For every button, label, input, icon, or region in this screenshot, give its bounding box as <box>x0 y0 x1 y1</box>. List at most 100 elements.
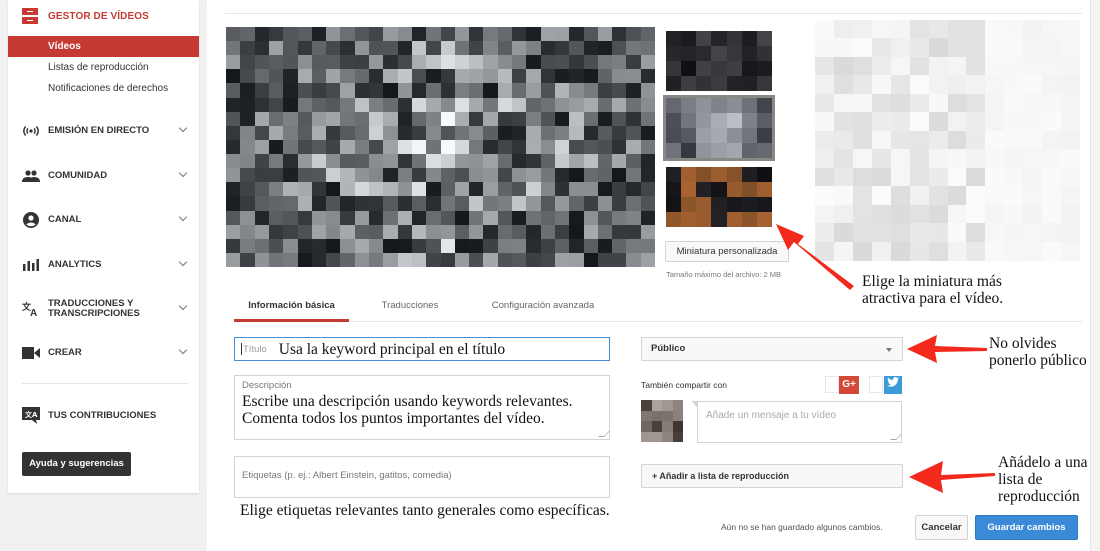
twitter-icon[interactable] <box>884 376 902 394</box>
mosaic-pixel <box>909 56 929 76</box>
mosaic-pixel <box>756 46 772 61</box>
mosaic-pixel <box>815 167 834 187</box>
mosaic-pixel <box>833 112 853 132</box>
mosaic-pixel <box>1061 56 1081 76</box>
mosaic-pixel <box>397 252 413 267</box>
tab-advanced-settings[interactable]: Configuración avanzada <box>478 294 608 322</box>
mosaic-pixel <box>626 168 642 184</box>
twitter-checkbox[interactable] <box>869 376 883 393</box>
chevron-down-icon[interactable] <box>178 260 188 270</box>
sidebar-item-playlists[interactable]: Listas de reproducción <box>8 57 199 78</box>
sidebar-header-video-manager[interactable]: GESTOR DE VÍDEOS <box>22 8 149 24</box>
sidebar-section-live[interactable]: EMISIÓN EN DIRECTO <box>22 121 188 141</box>
mosaic-pixel <box>340 97 356 113</box>
mosaic-pixel <box>726 61 743 76</box>
mosaic-pixel <box>454 154 470 170</box>
video-preview[interactable] <box>226 27 655 267</box>
mosaic-pixel <box>226 27 241 42</box>
mosaic-pixel <box>947 38 967 58</box>
mosaic-pixel <box>928 38 948 58</box>
mosaic-pixel <box>833 186 853 206</box>
mosaic-pixel <box>756 182 772 197</box>
chevron-down-icon[interactable] <box>178 126 188 136</box>
mosaic-pixel <box>569 97 585 113</box>
mosaic-pixel <box>540 55 556 71</box>
cancel-button[interactable]: Cancelar <box>915 515 968 540</box>
mosaic-pixel <box>852 56 872 76</box>
mosaic-pixel <box>411 55 427 71</box>
mosaic-pixel <box>640 168 655 184</box>
sidebar-item-videos[interactable]: Vídeos <box>8 36 199 57</box>
mosaic-pixel <box>497 196 513 212</box>
mosaic-pixel <box>966 241 986 261</box>
mosaic-pixel <box>626 125 642 141</box>
mosaic-pixel <box>741 46 758 61</box>
mosaic-pixel <box>440 111 456 127</box>
description-value-line: Escribe una descripción usando keywords … <box>242 393 573 410</box>
thumbnail-option[interactable] <box>666 31 772 91</box>
mosaic-pixel <box>626 69 642 85</box>
mosaic-pixel <box>469 210 485 226</box>
thumbnail-option-selected[interactable] <box>663 95 775 161</box>
mosaic-pixel <box>240 27 256 42</box>
mosaic-pixel <box>756 61 772 76</box>
sidebar-section-contributions[interactable]: 文A TUS CONTRIBUCIONES <box>22 406 188 426</box>
mosaic-pixel <box>696 61 713 76</box>
mosaic-pixel <box>397 69 413 85</box>
share-message-textarea[interactable]: Añade un mensaje a tu vídeo <box>692 401 902 443</box>
tags-input[interactable]: Etiquetas (p. ej.: Albert Einstein, gati… <box>234 456 610 498</box>
mosaic-pixel <box>354 27 370 42</box>
mosaic-pixel <box>681 128 698 143</box>
resize-handle[interactable] <box>890 434 902 440</box>
help-feedback-button[interactable]: Ayuda y sugerencias <box>22 452 131 476</box>
sidebar-item-copyright-notices[interactable]: Notificaciones de derechos <box>8 78 199 99</box>
tab-translations[interactable]: Traducciones <box>370 294 450 322</box>
sidebar-section-translations[interactable]: 文A TRADUCCIONES Y TRANSCRIPCIONES <box>22 299 188 319</box>
mosaic-pixel <box>640 196 655 212</box>
chevron-down-icon[interactable] <box>178 304 188 314</box>
mosaic-pixel <box>397 83 413 99</box>
sidebar-section-channel[interactable]: CANAL <box>22 210 188 230</box>
mosaic-pixel <box>640 238 655 254</box>
title-input[interactable]: Título Usa la keyword principal en el tí… <box>234 337 610 361</box>
mosaic-pixel <box>1023 93 1043 113</box>
gplus-icon[interactable]: G+ <box>839 376 859 394</box>
mosaic-pixel <box>283 41 299 57</box>
mosaic-pixel <box>311 196 327 212</box>
thumbnail-option[interactable] <box>666 167 772 227</box>
mosaic-pixel <box>597 196 613 212</box>
chevron-down-icon[interactable] <box>178 215 188 225</box>
mosaic-pixel <box>297 252 313 267</box>
gplus-checkbox[interactable] <box>825 376 839 393</box>
mosaic-pixel <box>397 97 413 113</box>
resize-handle[interactable] <box>598 431 610 437</box>
mosaic-pixel <box>469 111 485 127</box>
chevron-down-icon[interactable] <box>178 348 188 358</box>
mosaic-pixel <box>815 38 834 58</box>
mosaic-pixel <box>696 113 713 128</box>
sidebar-section-label: COMUNIDAD <box>48 170 108 181</box>
mosaic-pixel <box>497 252 513 267</box>
save-changes-button[interactable]: Guardar cambios <box>975 515 1078 540</box>
sidebar-section-analytics[interactable]: ANALYTICS <box>22 255 188 275</box>
mosaic-pixel <box>283 238 299 254</box>
mosaic-pixel <box>354 168 370 184</box>
chevron-down-icon[interactable] <box>178 171 188 181</box>
sidebar-section-community[interactable]: COMUNIDAD <box>22 166 188 186</box>
mosaic-pixel <box>540 196 556 212</box>
sidebar-section-create[interactable]: CREAR <box>22 343 188 363</box>
description-textarea[interactable]: Descripción Escribe una descripción usan… <box>234 375 610 440</box>
mosaic-pixel <box>540 27 556 42</box>
scrollbar[interactable] <box>1090 0 1100 551</box>
privacy-select[interactable]: Público <box>641 337 903 361</box>
mosaic-pixel <box>626 238 642 254</box>
tab-basic-info[interactable]: Información básica <box>234 294 349 322</box>
mosaic-pixel <box>512 168 527 184</box>
mosaic-pixel <box>711 167 728 182</box>
mosaic-pixel <box>569 69 585 85</box>
mosaic-pixel <box>526 224 542 240</box>
mosaic-pixel <box>226 210 241 226</box>
add-to-playlist-button[interactable]: + Añadir a lista de reproducción <box>641 464 903 488</box>
sidebar-section-label: EMISIÓN EN DIRECTO <box>48 125 150 136</box>
create-icon <box>22 345 40 361</box>
